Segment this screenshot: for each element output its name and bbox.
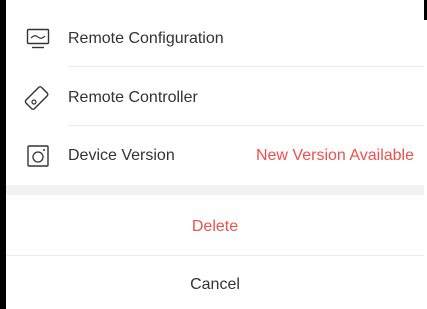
menu-item-remote-configuration[interactable]: Remote Configuration — [6, 18, 424, 60]
menu-item-remote-controller[interactable]: Remote Controller — [6, 76, 424, 120]
delete-button[interactable]: Delete — [6, 218, 424, 236]
section-gap — [6, 185, 424, 195]
menu-item-label: Remote Configuration — [68, 30, 224, 47]
divider — [68, 125, 424, 126]
divider — [68, 66, 424, 67]
camera-icon — [24, 142, 52, 170]
action-sheet: Remote Configuration Remote Controller D… — [6, 0, 424, 309]
monitor-icon — [24, 25, 52, 53]
menu-item-label: Remote Controller — [68, 89, 198, 106]
remote-controller-icon — [24, 84, 52, 112]
update-status-text: New Version Available — [255, 147, 414, 164]
divider — [6, 255, 424, 256]
menu-item-device-version[interactable]: Device Version New Version Available — [6, 135, 424, 177]
menu-item-label: Device Version — [68, 147, 175, 164]
cancel-button[interactable]: Cancel — [6, 276, 424, 294]
